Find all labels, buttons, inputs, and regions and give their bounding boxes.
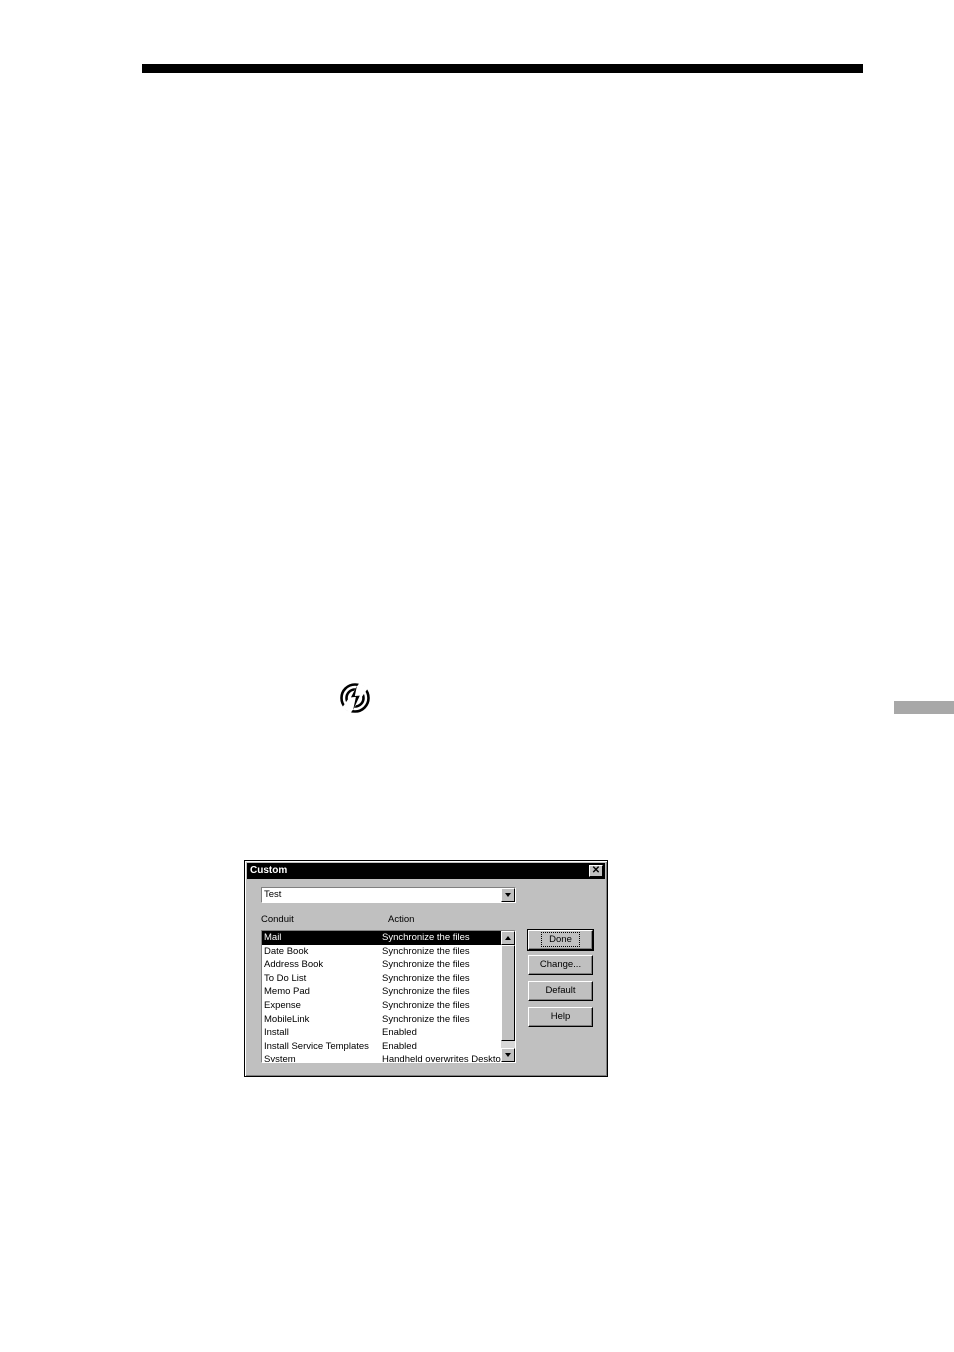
conduit-name: Install Service Templates — [264, 1040, 369, 1052]
list-item[interactable]: Install Enabled — [262, 1026, 501, 1040]
scroll-thumb[interactable] — [501, 945, 515, 1041]
list-item[interactable]: Date Book Synchronize the files — [262, 945, 501, 959]
conduit-name: Memo Pad — [264, 986, 310, 998]
scroll-down-arrow-icon[interactable] — [501, 1048, 515, 1062]
conduit-action: Enabled — [382, 1027, 417, 1039]
conduit-name: Expense — [264, 999, 301, 1011]
list-item[interactable]: To Do List Synchronize the files — [262, 972, 501, 986]
change-button-label: Change... — [539, 959, 582, 970]
list-item[interactable]: System Handheld overwrites Desktop — [262, 1053, 501, 1063]
conduit-action: Enabled — [382, 1040, 417, 1052]
conduit-action: Synchronize the files — [382, 972, 470, 984]
change-button[interactable]: Change... — [528, 955, 593, 975]
list-item[interactable]: Mail Synchronize the files — [262, 931, 501, 945]
conduit-action: Synchronize the files — [382, 959, 470, 971]
conduit-name: Mail — [264, 932, 282, 943]
conduit-action: Synchronize the files — [382, 986, 470, 998]
conduit-rows: Mail Synchronize the files Date Book Syn… — [262, 931, 501, 1063]
dialog-title: Custom — [250, 865, 288, 876]
conduit-name: MobileLink — [264, 1013, 310, 1025]
list-item[interactable]: Memo Pad Synchronize the files — [262, 985, 501, 999]
default-button[interactable]: Default — [528, 981, 593, 1001]
scroll-up-arrow-icon[interactable] — [501, 931, 515, 945]
chevron-down-icon[interactable] — [501, 888, 515, 902]
conduit-action: Synchronize the files — [382, 999, 470, 1011]
conduit-name: Date Book — [264, 945, 309, 957]
column-header-action: Action — [388, 914, 415, 925]
page-header-rule — [142, 64, 863, 73]
help-button-label: Help — [550, 1011, 571, 1022]
list-item[interactable]: MobileLink Synchronize the files — [262, 1013, 501, 1027]
list-item[interactable]: Install Service Templates Enabled — [262, 1040, 501, 1054]
close-button[interactable]: ✕ — [589, 865, 603, 877]
conduit-name: System — [264, 1054, 296, 1063]
list-item[interactable]: Address Book Synchronize the files — [262, 958, 501, 972]
conduit-name: Install — [264, 1027, 289, 1039]
hotsync-icon — [340, 682, 370, 714]
profile-select[interactable]: Test — [261, 887, 516, 903]
conduit-name: To Do List — [264, 972, 307, 984]
list-item[interactable]: Expense Synchronize the files — [262, 999, 501, 1013]
dialog-titlebar[interactable]: Custom ✕ — [247, 863, 605, 879]
default-button-label: Default — [545, 985, 576, 996]
conduit-action: Synchronize the files — [382, 1013, 470, 1025]
conduit-name: Address Book — [264, 959, 324, 971]
conduit-action: Synchronize the files — [382, 945, 470, 957]
column-header-conduit: Conduit — [261, 914, 294, 925]
conduit-list[interactable]: Mail Synchronize the files Date Book Syn… — [261, 930, 516, 1063]
custom-dialog: Custom ✕ Test Conduit Action Mail Synchr… — [244, 860, 608, 1077]
conduit-action: Synchronize the files — [382, 932, 470, 943]
help-button[interactable]: Help — [528, 1007, 593, 1027]
conduit-action: Handheld overwrites Desktop — [382, 1054, 501, 1063]
done-button[interactable]: Done — [527, 929, 594, 951]
done-button-label: Done — [541, 932, 580, 947]
list-scrollbar[interactable] — [501, 931, 515, 1062]
section-tab-marker — [894, 701, 954, 714]
profile-select-value: Test — [264, 889, 282, 900]
close-icon: ✕ — [591, 865, 601, 876]
